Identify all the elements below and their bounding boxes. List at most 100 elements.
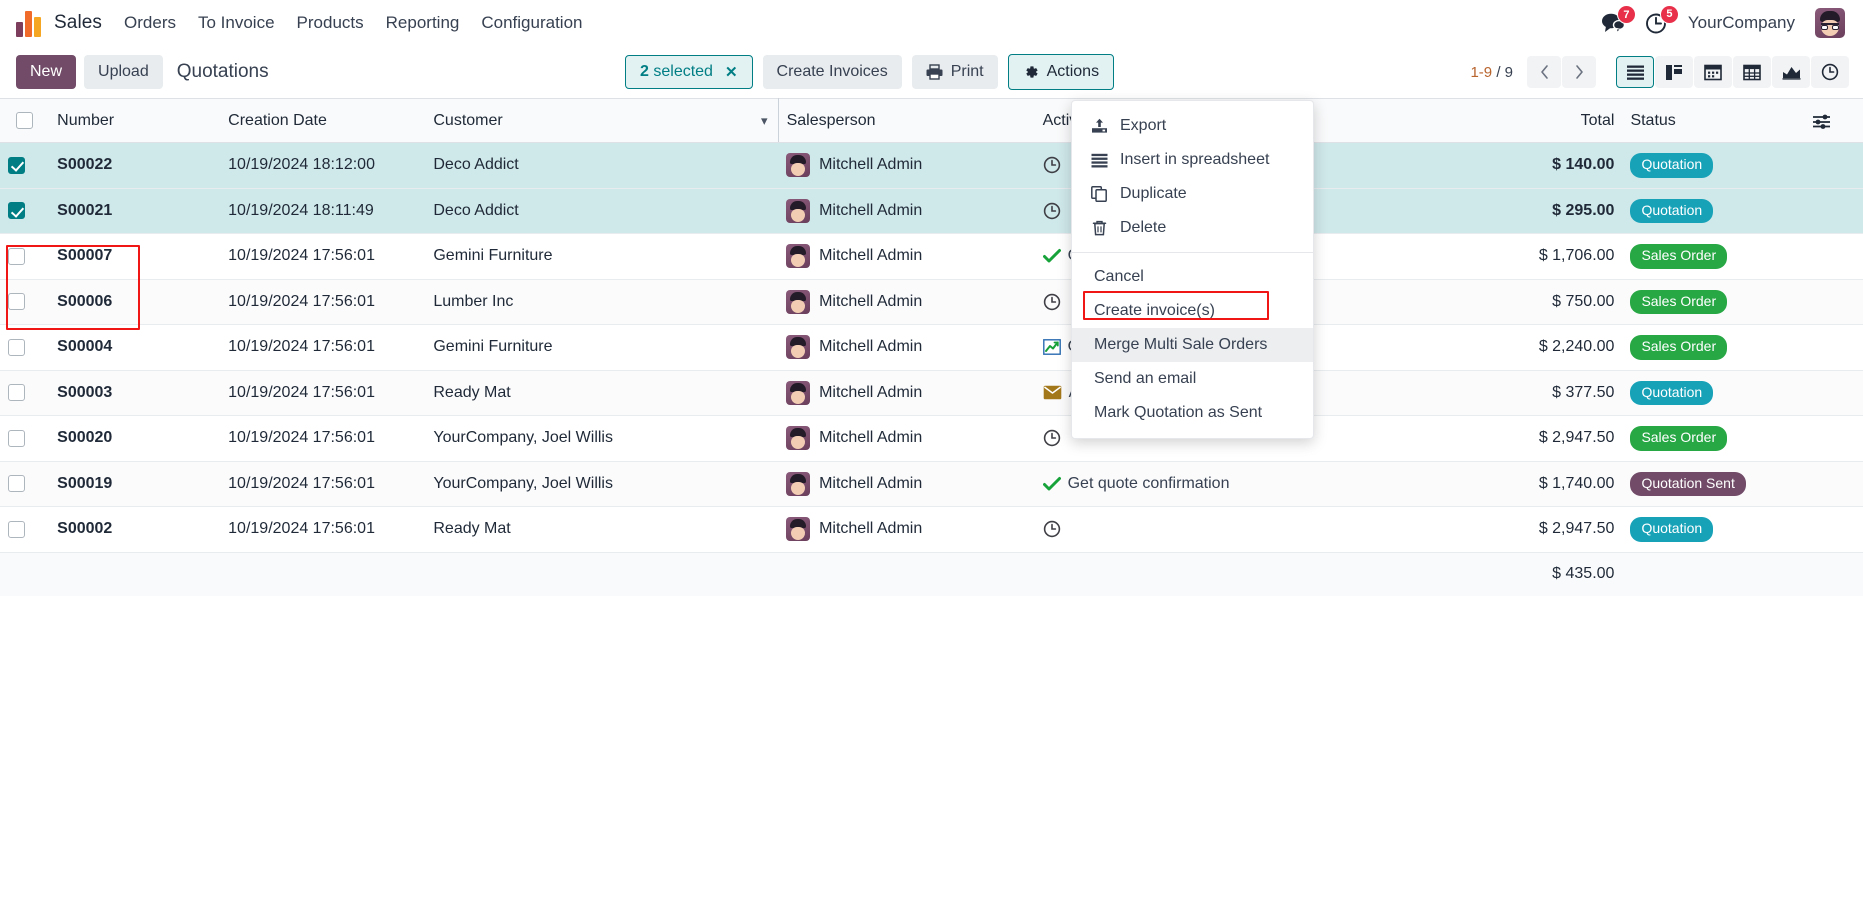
table-row[interactable]: S00022 10/19/2024 18:12:00 Deco Addict Mitc… [0, 142, 1863, 189]
actions-menu-item[interactable]: Insert in spreadsheet [1072, 143, 1313, 177]
view-calendar-button[interactable] [1694, 56, 1732, 88]
actions-menu-item[interactable]: Mark Quotation as Sent [1072, 396, 1313, 430]
chevron-down-icon[interactable]: ▾ [761, 113, 768, 129]
column-header-number[interactable]: Number [49, 98, 221, 143]
actions-menu-item[interactable]: Create invoice(s) [1072, 294, 1313, 328]
cell-creation-date: 10/19/2024 17:56:01 [220, 324, 426, 371]
cell-total: $ 750.00 [1483, 279, 1623, 325]
view-list-button[interactable] [1616, 56, 1654, 88]
actions-menu-item[interactable]: Duplicate [1072, 177, 1313, 211]
selection-label: selected [653, 63, 713, 80]
nav-app-sales[interactable]: Sales [54, 12, 102, 34]
view-graph-button[interactable] [1772, 56, 1810, 88]
company-menu[interactable]: YourCompany [1688, 13, 1795, 33]
odoo-logo-icon[interactable] [16, 9, 44, 37]
create-invoices-button[interactable]: Create Invoices [762, 55, 902, 89]
cell-customer: Lumber Inc [425, 279, 779, 325]
cell-spacer [1804, 506, 1863, 553]
row-select-cell[interactable] [0, 506, 50, 553]
column-header-creation-date[interactable]: Creation Date [220, 98, 426, 143]
column-header-status[interactable]: Status [1622, 98, 1805, 143]
cell-number[interactable]: S00021 [49, 188, 221, 234]
table-row[interactable]: S00003 10/19/2024 17:56:01 Ready Mat Mitche… [0, 370, 1863, 416]
column-settings-icon[interactable] [1812, 113, 1831, 129]
row-checkbox[interactable] [8, 156, 25, 174]
upload-button[interactable]: Upload [84, 55, 163, 89]
row-checkbox[interactable] [8, 475, 25, 493]
cell-number[interactable]: S00003 [49, 370, 221, 416]
row-select-cell[interactable] [0, 142, 50, 189]
nav-item-reporting[interactable]: Reporting [386, 13, 460, 33]
user-avatar[interactable] [1815, 8, 1845, 38]
row-checkbox[interactable] [8, 247, 25, 265]
row-checkbox[interactable] [8, 338, 25, 356]
cell-spacer [1804, 324, 1863, 371]
cell-customer: Deco Addict [425, 142, 779, 189]
cell-activities[interactable]: Get quote confirmation [1034, 461, 1484, 507]
row-select-cell[interactable] [0, 188, 50, 234]
row-checkbox[interactable] [8, 384, 25, 402]
cell-number[interactable]: S00002 [49, 506, 221, 553]
select-all-checkbox[interactable] [16, 111, 33, 129]
table-row[interactable]: S00002 10/19/2024 17:56:01 Ready Mat Mitche… [0, 506, 1863, 553]
table-row[interactable]: S00007 10/19/2024 17:56:01 Gemini Furnitur… [0, 233, 1863, 280]
view-kanban-button[interactable] [1655, 56, 1693, 88]
cell-salesperson: Mitchell Admin [778, 370, 1035, 416]
row-select-cell[interactable] [0, 324, 50, 371]
column-header-salesperson[interactable]: Salesperson [778, 98, 1035, 143]
row-select-cell[interactable] [0, 233, 50, 280]
row-checkbox[interactable] [8, 520, 25, 538]
row-select-cell[interactable] [0, 461, 50, 507]
selection-badge[interactable]: 2 selected ✕ [625, 55, 753, 89]
cell-number[interactable]: S00007 [49, 233, 221, 280]
actions-menu-item[interactable]: Delete [1072, 211, 1313, 245]
cell-salesperson: Mitchell Admin [778, 324, 1035, 371]
row-checkbox[interactable] [8, 202, 25, 220]
row-select-cell[interactable] [0, 415, 50, 462]
print-button[interactable]: Print [911, 55, 998, 89]
nav-item-configuration[interactable]: Configuration [481, 13, 582, 33]
table-row[interactable]: S00006 10/19/2024 17:56:01 Lumber Inc Mitch… [0, 279, 1863, 325]
table-row[interactable]: S00021 10/19/2024 18:11:49 Deco Addict Mitc… [0, 188, 1863, 234]
column-header-total[interactable]: Total [1483, 98, 1623, 143]
view-activity-button[interactable] [1811, 56, 1849, 88]
column-header-customer[interactable]: Customer ▾ [425, 98, 779, 143]
pager[interactable]: 1-9 / 9 [1470, 64, 1513, 81]
pager-next-button[interactable] [1562, 56, 1596, 88]
actions-menu-item[interactable]: Cancel [1072, 260, 1313, 294]
clear-selection-icon[interactable]: ✕ [725, 63, 738, 81]
status-badge: Quotation [1630, 380, 1714, 405]
cell-number[interactable]: S00006 [49, 279, 221, 325]
activities-button[interactable]: 5 [1645, 4, 1679, 35]
cell-number[interactable]: S00020 [49, 415, 221, 462]
table-row[interactable]: S00004 10/19/2024 17:56:01 Gemini Furnitur… [0, 324, 1863, 371]
nav-item-products[interactable]: Products [297, 13, 364, 33]
table-row[interactable]: S00019 10/19/2024 17:56:01 YourCompany, Jo… [0, 461, 1863, 507]
status-badge: Quotation [1630, 198, 1714, 223]
optional-columns-header [1804, 98, 1863, 143]
cell-number[interactable]: S00022 [49, 142, 221, 189]
row-select-cell[interactable] [0, 279, 50, 325]
nav-item-orders[interactable]: Orders [124, 13, 176, 33]
actions-menu-item[interactable]: Merge Multi Sale Orders [1072, 328, 1313, 362]
nav-item-to-invoice[interactable]: To Invoice [198, 13, 275, 33]
actions-menu-item[interactable]: Send an email [1072, 362, 1313, 396]
actions-label: Actions [1046, 63, 1100, 81]
print-label: Print [950, 63, 984, 81]
row-select-cell[interactable] [0, 370, 50, 416]
cell-number[interactable]: S00019 [49, 461, 221, 507]
new-button[interactable]: New [16, 55, 77, 89]
view-pivot-button[interactable] [1733, 56, 1771, 88]
row-checkbox[interactable] [8, 429, 25, 447]
cell-salesperson: Mitchell Admin [778, 142, 1035, 189]
row-checkbox[interactable] [8, 293, 25, 311]
salesperson-name: Mitchell Admin [819, 383, 923, 401]
actions-menu-item[interactable]: Export [1072, 109, 1313, 143]
salesperson-name: Mitchell Admin [819, 292, 923, 310]
actions-button[interactable]: Actions [1007, 54, 1115, 90]
pager-previous-button[interactable] [1527, 56, 1561, 88]
cell-number[interactable]: S00004 [49, 324, 221, 371]
messages-button[interactable]: 7 [1601, 5, 1636, 34]
cell-activities[interactable] [1034, 506, 1484, 553]
table-row[interactable]: S00020 10/19/2024 17:56:01 YourCompany, Jo… [0, 415, 1863, 462]
